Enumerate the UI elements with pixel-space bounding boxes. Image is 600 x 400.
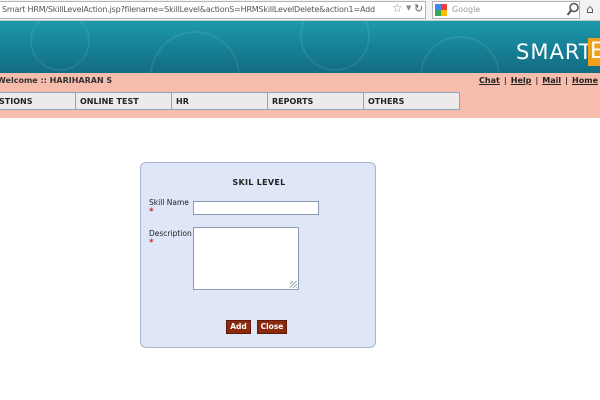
link-separator: | <box>565 76 569 85</box>
required-marker: * <box>149 238 154 248</box>
mail-link[interactable]: Mail <box>542 76 561 85</box>
google-icon[interactable] <box>435 4 447 16</box>
add-button[interactable]: Add <box>226 320 251 334</box>
browser-toolbar: Smart HRM/SkillLevelAction.jsp?filename=… <box>0 0 600 21</box>
reload-icon[interactable]: ↻ <box>414 2 423 15</box>
help-link[interactable]: Help <box>511 76 532 85</box>
skill-name-input[interactable] <box>193 201 319 215</box>
form-title: SKIL LEVEL <box>232 178 286 187</box>
site-banner: SMART E <box>0 21 600 73</box>
welcome-text: Welcome :: HARIHARAN S <box>0 76 113 85</box>
url-text[interactable]: Smart HRM/SkillLevelAction.jsp?filename=… <box>2 5 375 14</box>
star-icon[interactable]: ☆ <box>392 1 403 15</box>
top-links: Chat | Help | Mail | Home <box>479 76 598 85</box>
address-bar[interactable]: Smart HRM/SkillLevelAction.jsp?filename=… <box>0 1 426 19</box>
dropdown-icon[interactable]: ▼ <box>406 4 411 12</box>
menu-item-online-test[interactable]: ONLINE TEST <box>75 92 172 110</box>
link-separator: | <box>503 76 507 85</box>
menu-item-hr[interactable]: HR <box>171 92 268 110</box>
magnifier-icon[interactable] <box>566 2 580 17</box>
home-icon[interactable]: ⌂ <box>586 2 594 16</box>
menu-item-questions[interactable]: STIONS <box>0 92 76 110</box>
close-button[interactable]: Close <box>257 320 287 334</box>
welcome-bar: Welcome :: HARIHARAN S Chat | Help | Mail | Ho… <box>0 73 600 89</box>
link-separator: | <box>535 76 539 85</box>
resize-grip-icon[interactable] <box>290 281 297 288</box>
logo-letter: E <box>588 38 600 66</box>
menu-item-others[interactable]: OTHERS <box>363 92 460 110</box>
description-label: Description <box>149 229 192 238</box>
logo-text: SMART <box>516 40 593 64</box>
search-placeholder: Google <box>452 5 481 14</box>
skill-name-label: Skill Name <box>149 198 189 207</box>
home-link[interactable]: Home <box>572 76 598 85</box>
skill-level-form: SKIL LEVEL Skill Name * Description * Ad… <box>140 162 376 348</box>
menu-area: STIONS ONLINE TEST HR REPORTS OTHERS <box>0 89 600 118</box>
search-bar[interactable]: Google <box>432 1 580 19</box>
description-textarea[interactable] <box>193 227 299 290</box>
chat-link[interactable]: Chat <box>479 76 500 85</box>
main-menu: STIONS ONLINE TEST HR REPORTS OTHERS <box>0 92 460 110</box>
required-marker: * <box>149 207 154 217</box>
menu-item-reports[interactable]: REPORTS <box>267 92 364 110</box>
